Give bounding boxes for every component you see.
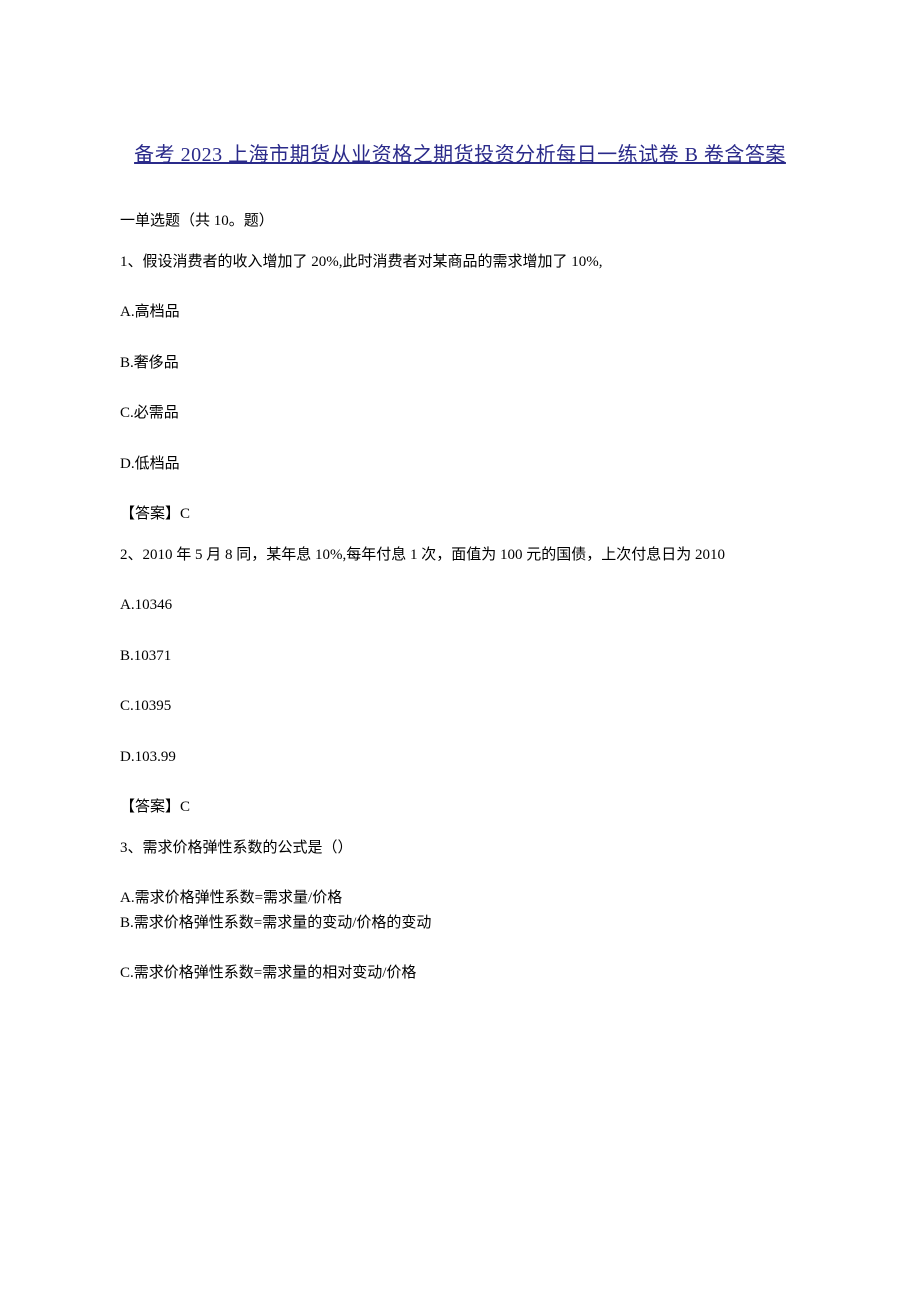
question-1-answer: 【答案】C xyxy=(120,503,800,526)
question-2-option-a: A.10346 xyxy=(120,594,800,617)
document-title: 备考 2023 上海市期货从业资格之期货投资分析每日一练试卷 B 卷含答案 xyxy=(120,140,800,170)
question-1-option-b: B.奢侈品 xyxy=(120,352,800,375)
question-3-option-c: C.需求价格弹性系数=需求量的相对变动/价格 xyxy=(120,962,800,985)
question-2-option-c: C.10395 xyxy=(120,695,800,718)
question-1-option-a: A.高档品 xyxy=(120,301,800,324)
question-1-option-d: D.低档品 xyxy=(120,453,800,476)
question-3-option-b: B.需求价格弹性系数=需求量的变动/价格的变动 xyxy=(120,912,800,935)
question-3-option-a: A.需求价格弹性系数=需求量/价格 xyxy=(120,887,800,910)
question-2-answer: 【答案】C xyxy=(120,796,800,819)
question-2-option-b: B.10371 xyxy=(120,645,800,668)
question-2-prompt: 2、2010 年 5 月 8 同，某年息 10%,每年付息 1 次，面值为 10… xyxy=(120,544,800,567)
question-1-prompt: 1、假设消费者的收入增加了 20%,此时消费者对某商品的需求增加了 10%, xyxy=(120,251,800,274)
section-header: 一单选题（共 10。题） xyxy=(120,210,800,233)
question-1-option-c: C.必需品 xyxy=(120,402,800,425)
document-page: 备考 2023 上海市期货从业资格之期货投资分析每日一练试卷 B 卷含答案 一单… xyxy=(0,0,920,1301)
question-2-option-d: D.103.99 xyxy=(120,746,800,769)
question-3-prompt: 3、需求价格弹性系数的公式是（） xyxy=(120,837,800,860)
